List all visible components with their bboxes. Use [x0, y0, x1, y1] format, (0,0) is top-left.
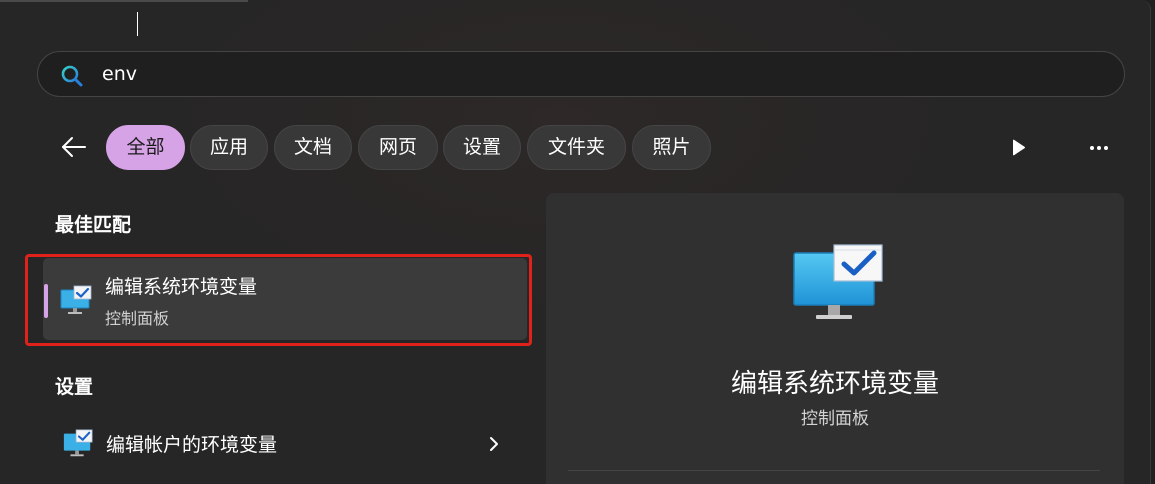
text-cursor [137, 12, 138, 36]
monitor-checkmark-icon [63, 429, 93, 457]
filter-chip-photos[interactable]: 照片 [632, 125, 711, 170]
preview-pane: 编辑系统环境变量 控制面板 [546, 193, 1124, 484]
start-search-panel: 全部 应用 文档 网页 设置 文件夹 照片 最佳匹配 编辑系统环境变量 控制面板… [0, 0, 1151, 484]
best-match-item[interactable]: 编辑系统环境变量 控制面板 [43, 258, 527, 340]
filter-chip-apps[interactable]: 应用 [190, 125, 268, 170]
settings-result-label: 编辑帐户的环境变量 [106, 434, 278, 456]
selection-accent [44, 284, 48, 318]
best-match-heading: 最佳匹配 [55, 214, 132, 236]
search-input[interactable] [102, 58, 1082, 90]
settings-result-item[interactable]: 编辑帐户的环境变量 [50, 420, 520, 466]
play-icon[interactable] [1006, 136, 1030, 160]
filter-chip-folders[interactable]: 文件夹 [527, 125, 626, 170]
search-icon [61, 65, 83, 87]
chevron-right-icon[interactable] [486, 434, 502, 454]
preview-divider [568, 470, 1100, 471]
filter-chip-documents[interactable]: 文档 [274, 125, 352, 170]
back-arrow-icon[interactable] [58, 131, 90, 163]
settings-heading: 设置 [55, 376, 94, 398]
panel-top-edge [0, 0, 248, 2]
preview-title: 编辑系统环境变量 [730, 369, 939, 399]
filter-chip-all[interactable]: 全部 [106, 125, 185, 170]
preview-subtitle: 控制面板 [801, 409, 869, 429]
best-match-subtitle: 控制面板 [105, 309, 170, 328]
best-match-title: 编辑系统环境变量 [105, 276, 258, 298]
search-box[interactable] [37, 51, 1125, 97]
monitor-checkmark-icon [793, 244, 883, 319]
more-icon[interactable] [1083, 136, 1115, 160]
filter-chip-settings[interactable]: 设置 [443, 125, 521, 170]
filter-chip-web[interactable]: 网页 [358, 125, 438, 170]
monitor-checkmark-icon [60, 285, 92, 314]
